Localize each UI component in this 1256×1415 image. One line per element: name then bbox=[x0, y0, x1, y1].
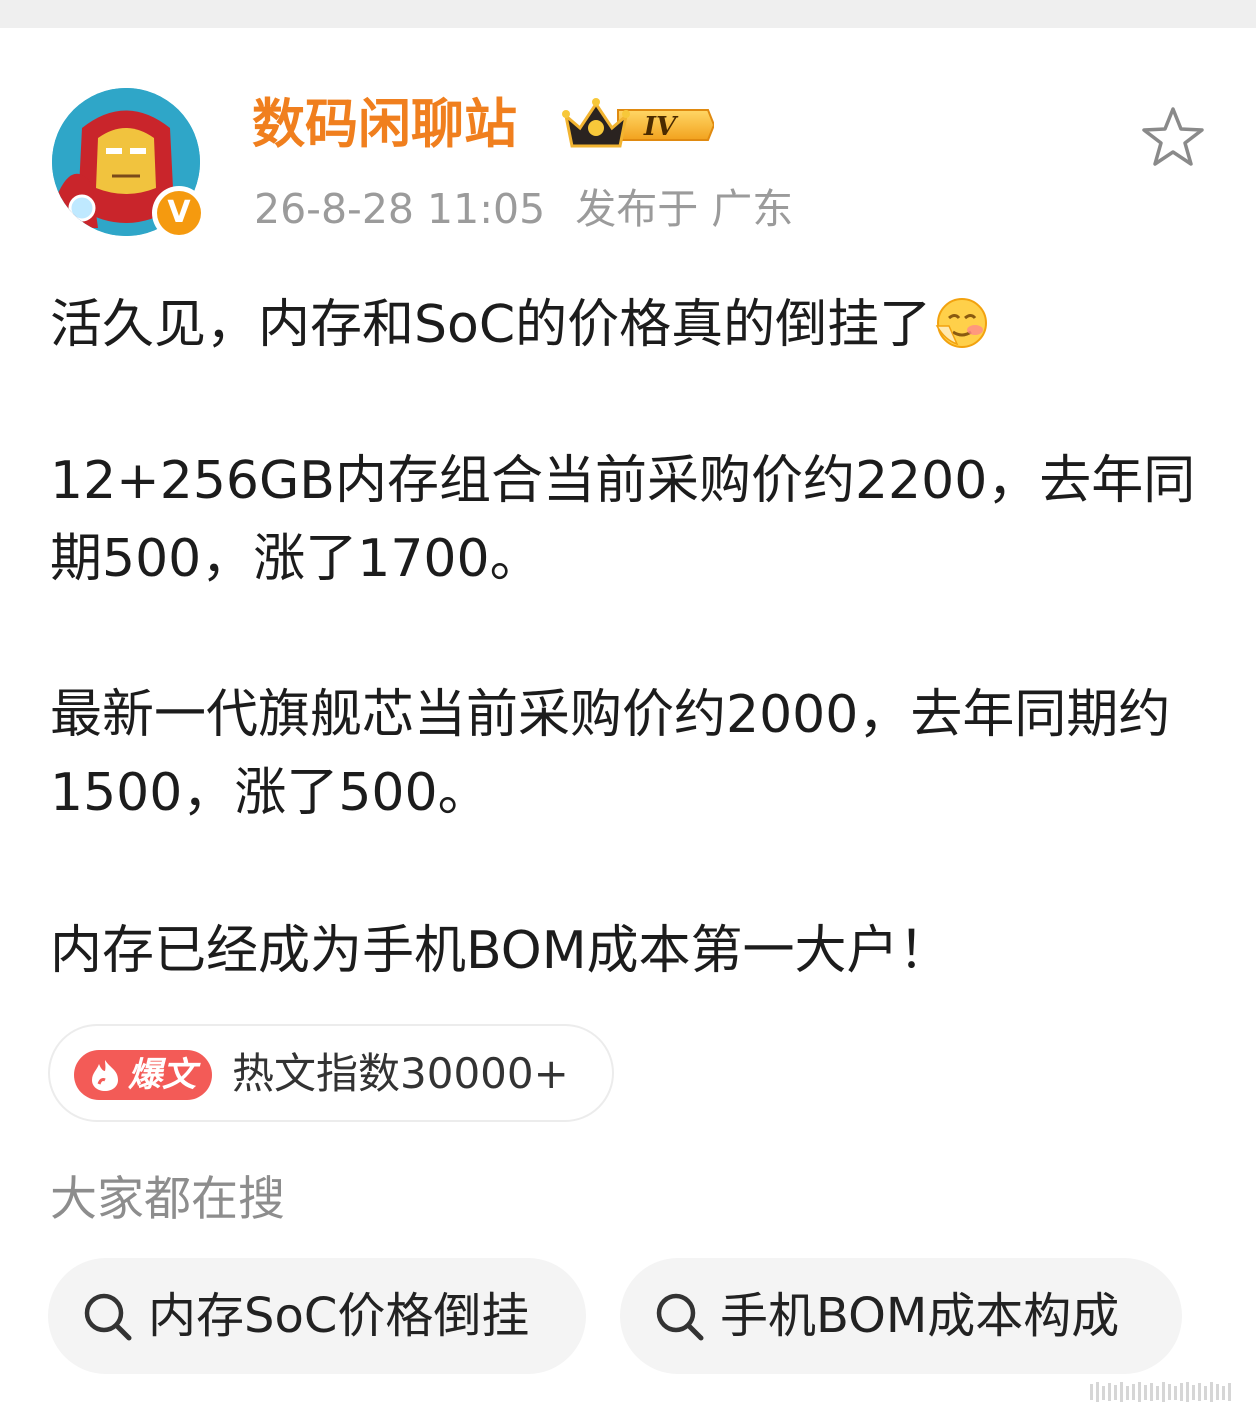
author-name[interactable]: 数码闲聊站 bbox=[252, 93, 517, 157]
trending-search-title: 大家都在搜 bbox=[50, 1172, 285, 1227]
vip-level-badge: IV bbox=[562, 96, 714, 154]
favorite-star-button[interactable] bbox=[1140, 104, 1206, 170]
top-divider-bar bbox=[0, 0, 1256, 28]
search-chip-label: 内存SoC价格倒挂 bbox=[148, 1288, 530, 1344]
post-paragraph-3: 最新一代旗舰芯当前采购价约2000，去年同期约1500，涨了500。 bbox=[50, 685, 1171, 823]
search-icon bbox=[82, 1291, 134, 1343]
level-text: IV bbox=[643, 112, 679, 142]
post-meta: 26-8-28 11:05 发布于 广东 bbox=[254, 183, 793, 235]
search-chip-1[interactable]: 内存SoC价格倒挂 bbox=[48, 1258, 586, 1374]
star-icon bbox=[1142, 107, 1204, 166]
search-chip-label: 手机BOM成本构成 bbox=[720, 1288, 1120, 1344]
post-location: 发布于 广东 bbox=[575, 185, 794, 233]
search-icon bbox=[654, 1291, 706, 1343]
verified-badge: V bbox=[152, 186, 206, 240]
crown-level-icon: IV bbox=[562, 98, 714, 148]
hot-badge-label: 爆文 bbox=[128, 1055, 196, 1095]
hot-post-badge: 爆文 bbox=[74, 1050, 212, 1100]
post-paragraph-2: 12+256GB内存组合当前采购价约2200，去年同期500，涨了1700。 bbox=[50, 451, 1196, 589]
post-line-1-text: 活久见，内存和SoC的价格真的倒挂了 bbox=[50, 295, 932, 355]
hot-index-text: 热文指数30000+ bbox=[232, 1049, 569, 1098]
post-paragraph-4: 内存已经成为手机BOM成本第一大户！ bbox=[50, 921, 951, 981]
flame-icon bbox=[88, 1058, 122, 1092]
search-chip-2[interactable]: 手机BOM成本构成 bbox=[620, 1258, 1182, 1374]
facepalm-emoji-icon bbox=[935, 296, 989, 350]
hot-index-pill[interactable]: 爆文 热文指数30000+ bbox=[48, 1024, 614, 1122]
post-line-1: 活久见，内存和SoC的价格真的倒挂了 bbox=[50, 286, 989, 364]
post-time: 26-8-28 11:05 bbox=[254, 185, 546, 233]
verified-v-icon: V bbox=[157, 191, 201, 235]
watermark-logo-icon bbox=[1090, 1380, 1240, 1404]
